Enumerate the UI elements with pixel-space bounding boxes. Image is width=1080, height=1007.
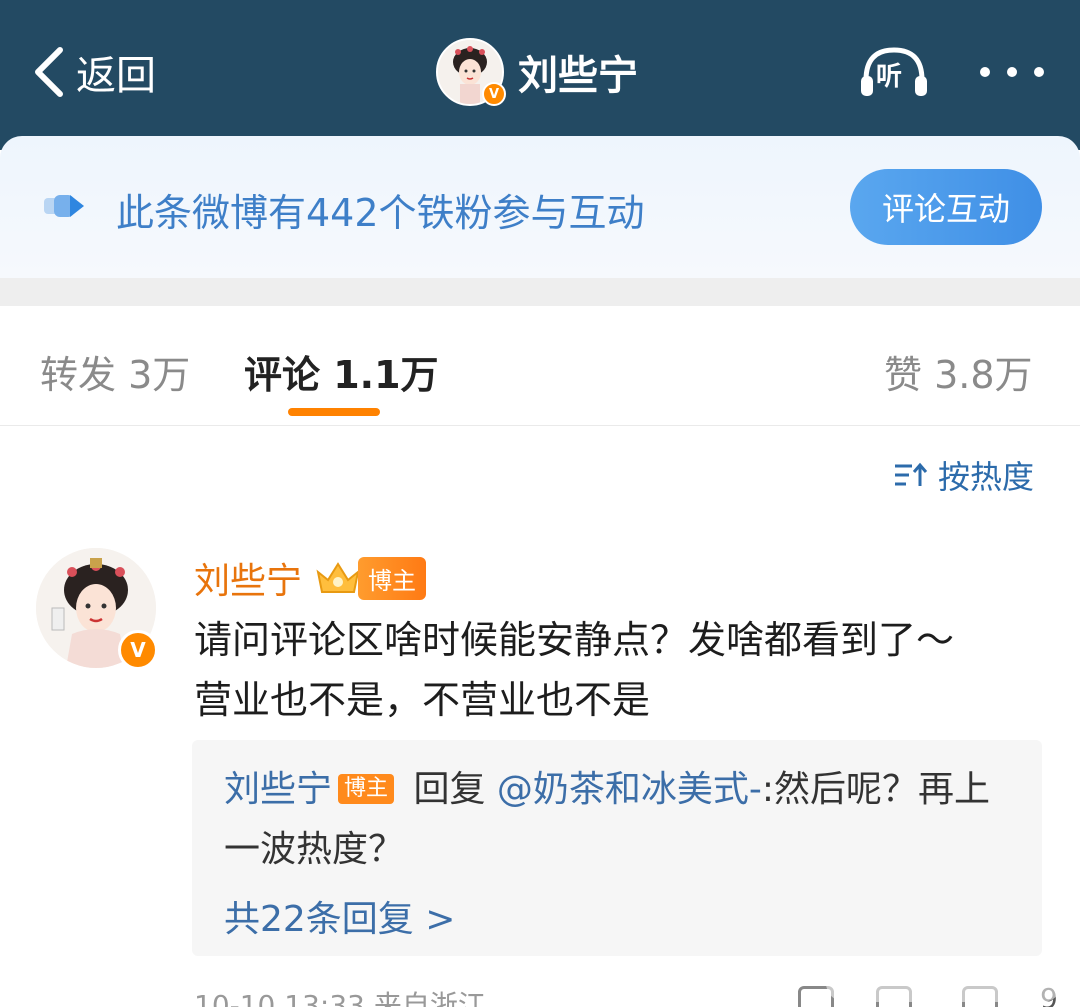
view-all-replies-link[interactable]: 共22条回复 > [224, 890, 455, 942]
fan-interaction-banner: 此条微博有442个铁粉参与互动 评论互动 [0, 136, 1080, 278]
more-button[interactable] [980, 60, 1044, 84]
reply-preview[interactable]: 刘些宁 博主 回复 @奶茶和冰美式-:然后呢？再上一波热度？ 共22条回复 > [192, 740, 1042, 956]
comment-meta: 10-10 13:33 来自浙江 [194, 989, 486, 1007]
feedback-tabs: 转发 3万 评论 1.1万 赞 3.8万 [0, 306, 1080, 426]
comment-author-name[interactable]: 刘些宁 [194, 552, 302, 604]
comment-interact-button[interactable]: 评论互动 [850, 169, 1042, 245]
tab-repost[interactable]: 转发 3万 [40, 344, 190, 399]
watermark-overlay [826, 964, 1062, 1002]
role-badge: 博主 [338, 774, 395, 804]
more-dots-icon [980, 67, 990, 77]
back-label: 返回 [76, 53, 156, 99]
reply-author-name[interactable]: 刘些宁 [224, 769, 332, 810]
mention-link[interactable]: @奶茶和冰美式- [497, 769, 762, 810]
tab-comment[interactable]: 评论 1.1万 [244, 344, 439, 399]
chevron-left-icon [35, 47, 63, 97]
crown-icon [316, 562, 360, 593]
tab-like[interactable]: 赞 3.8万 [884, 344, 1033, 399]
sort-label: 按热度 [938, 458, 1035, 496]
fan-crown-badge: 博主 [314, 556, 427, 600]
section-divider [0, 278, 1080, 306]
nav-profile[interactable]: V 刘些宁 [436, 38, 638, 106]
listen-button[interactable]: 听 [858, 44, 930, 100]
listen-label: 听 [876, 62, 903, 92]
page-title: 刘些宁 [518, 53, 638, 99]
more-dots-icon [1034, 67, 1044, 77]
fan-badge-icon [44, 195, 84, 217]
comment-text-line: 营业也不是，不营业也不是 [194, 678, 651, 722]
reply-text: 刘些宁 博主 回复 @奶茶和冰美式-:然后呢？再上一波热度？ [224, 760, 1024, 880]
verified-badge: V [482, 82, 506, 106]
reply-word: 回复 [402, 769, 497, 810]
more-dots-icon [1007, 67, 1017, 77]
comment-body: 请问评论区啥时候能安静点？发啥都看到了～ 营业也不是，不营业也不是 [194, 610, 1054, 730]
avatar[interactable]: V [436, 38, 506, 106]
weibo-comment-page: 返回 V 刘些宁 听 此条微博有442个铁粉参与互动 评论互动 转发 3万 评论… [0, 0, 1080, 1007]
sort-icon [895, 462, 928, 486]
fan-banner-text: 此条微博有442个铁粉参与互动 [116, 191, 645, 235]
comment-text-line: 请问评论区啥时候能安静点？发啥都看到了～ [194, 618, 955, 662]
back-button[interactable]: 返回 [30, 40, 156, 104]
top-navbar: 返回 V 刘些宁 听 [0, 0, 1080, 150]
comment-author-row: 刘些宁 博主 [194, 552, 427, 604]
sort-by-heat-button[interactable]: 按热度 [892, 452, 1034, 498]
verified-badge: V [118, 630, 158, 670]
role-badge: 博主 [358, 556, 427, 600]
active-tab-indicator [288, 408, 380, 416]
